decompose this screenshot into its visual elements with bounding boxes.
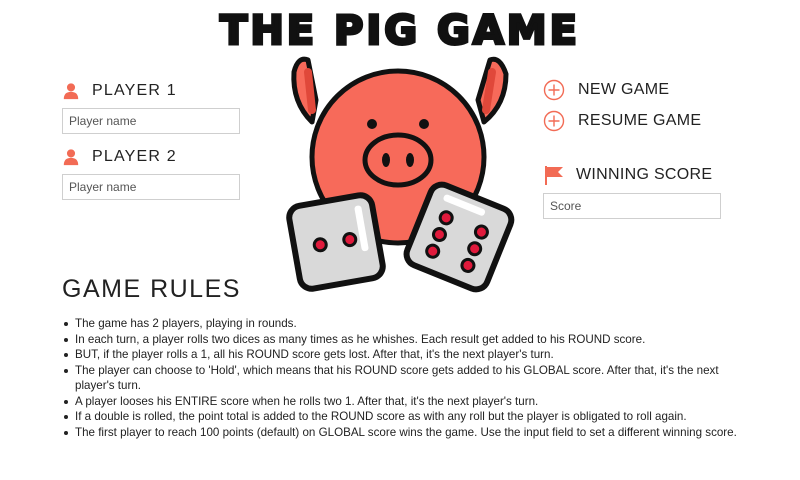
list-item: In each turn, a player rolls two dices a…: [62, 332, 752, 348]
new-game-label: NEW GAME: [578, 81, 670, 98]
player-1-label: PLAYER 1: [92, 82, 177, 99]
winning-score-label-row: WINNING SCORE: [543, 163, 743, 187]
winning-score-input[interactable]: [543, 193, 721, 219]
resume-game-label: RESUME GAME: [578, 112, 702, 129]
player-2-name-input[interactable]: [62, 174, 240, 200]
player-2-section: PLAYER 2: [62, 146, 242, 200]
list-item: If a double is rolled, the point total i…: [62, 409, 752, 425]
plus-circle-icon: [543, 79, 565, 101]
player-1-name-input[interactable]: [62, 108, 240, 134]
game-menu: NEW GAME RESUME GAME: [543, 78, 743, 140]
list-item: A player looses his ENTIRE score when he…: [62, 394, 752, 410]
flag-icon: [545, 166, 563, 185]
pig-with-dice-illustration: [286, 56, 515, 293]
user-icon: [63, 83, 79, 100]
list-item: BUT, if the player rolls a 1, all his RO…: [62, 347, 752, 363]
user-icon: [63, 149, 79, 166]
rules-list: The game has 2 players, playing in round…: [62, 316, 752, 440]
player-1-label-row: PLAYER 1: [62, 80, 242, 102]
new-game-button[interactable]: NEW GAME: [543, 78, 743, 102]
game-rules-section: GAME RULES The game has 2 players, playi…: [62, 275, 752, 440]
pig-snout: [362, 132, 434, 188]
pig-left-eye: [367, 119, 377, 129]
player-2-label-row: PLAYER 2: [62, 146, 242, 168]
pig-game-page: THE PIG GAME PLAYER 1 PLAYER 2: [0, 0, 800, 480]
list-item: The first player to reach 100 points (de…: [62, 425, 752, 441]
winning-score-section: WINNING SCORE: [543, 163, 743, 219]
die-pip: [312, 237, 328, 253]
plus-circle-icon: [543, 110, 565, 132]
winning-score-label: WINNING SCORE: [576, 166, 713, 183]
page-title: THE PIG GAME: [219, 7, 580, 56]
player-2-label: PLAYER 2: [92, 148, 177, 165]
list-item: The player can choose to 'Hold', which m…: [62, 363, 752, 394]
list-item: The game has 2 players, playing in round…: [62, 316, 752, 332]
pig-right-eye: [419, 119, 429, 129]
die-pip: [342, 232, 358, 248]
resume-game-button[interactable]: RESUME GAME: [543, 109, 743, 133]
player-1-section: PLAYER 1: [62, 80, 242, 134]
game-rules-heading: GAME RULES: [62, 275, 241, 303]
